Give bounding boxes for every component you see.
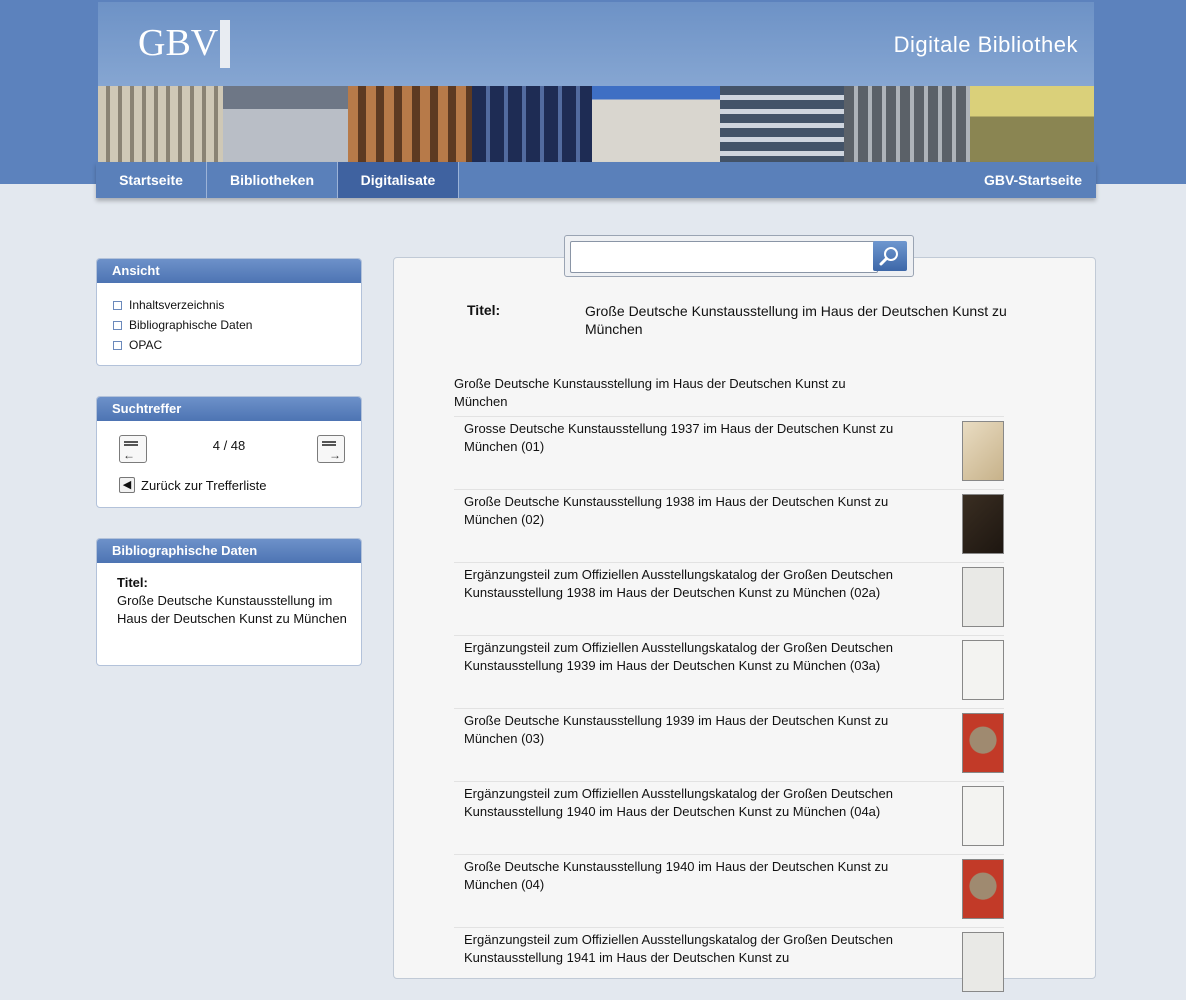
nav-gbv-startseite[interactable]: GBV-Startseite bbox=[984, 162, 1096, 198]
volume-thumbnail[interactable] bbox=[962, 494, 1004, 554]
search-icon bbox=[879, 247, 898, 266]
search-input[interactable] bbox=[570, 241, 878, 273]
logo-bar bbox=[220, 20, 231, 68]
list-item[interactable]: Ergänzungsteil zum Offiziellen Ausstellu… bbox=[454, 927, 1004, 1000]
arrow-left-icon: ◀ bbox=[119, 477, 135, 493]
bibliographic-data-title: Bibliographische Daten bbox=[97, 539, 361, 563]
volume-title[interactable]: Ergänzungsteil zum Offiziellen Ausstellu… bbox=[464, 785, 914, 821]
volume-thumbnail[interactable] bbox=[962, 640, 1004, 700]
title-value: Große Deutsche Kunstausstellung im Haus … bbox=[585, 303, 1007, 337]
volume-title[interactable]: Ergänzungsteil zum Offiziellen Ausstellu… bbox=[464, 566, 914, 602]
parent-work-title[interactable]: Große Deutsche Kunstausstellung im Haus … bbox=[454, 375, 894, 411]
bullet-square-icon bbox=[113, 300, 122, 310]
library-photo bbox=[592, 86, 720, 162]
list-item[interactable]: Ergänzungsteil zum Offiziellen Ausstellu… bbox=[454, 562, 1004, 635]
back-to-results-label: Zurück zur Trefferliste bbox=[141, 477, 267, 493]
library-photo bbox=[844, 86, 970, 162]
site-header: GBV Digitale Bibliothek bbox=[98, 2, 1094, 86]
list-item[interactable]: Ergänzungsteil zum Offiziellen Ausstellu… bbox=[454, 635, 1004, 708]
suchtreffer-title: Suchtreffer bbox=[97, 397, 361, 421]
nav-bibliotheken[interactable]: Bibliotheken bbox=[207, 162, 338, 198]
nav-startseite[interactable]: Startseite bbox=[96, 162, 207, 198]
volume-title[interactable]: Ergänzungsteil zum Offiziellen Ausstellu… bbox=[464, 931, 914, 967]
search-button[interactable] bbox=[873, 241, 907, 271]
volume-title[interactable]: Grosse Deutsche Kunstausstellung 1937 im… bbox=[464, 420, 914, 456]
gbv-logo[interactable]: GBV bbox=[138, 20, 231, 68]
title-label: Titel: bbox=[467, 302, 501, 318]
volume-thumbnail[interactable] bbox=[962, 859, 1004, 919]
library-photo bbox=[970, 86, 1094, 162]
volume-title[interactable]: Große Deutsche Kunstausstellung 1940 im … bbox=[464, 858, 914, 894]
list-item[interactable]: Große Deutsche Kunstausstellung 1939 im … bbox=[454, 708, 1004, 781]
volume-thumbnail[interactable] bbox=[962, 786, 1004, 846]
hit-navigation: ← 4 / 48 → bbox=[97, 421, 361, 469]
bib-title-value: Große Deutsche Kunstausstellung im Haus … bbox=[117, 593, 347, 626]
library-photo bbox=[348, 86, 472, 162]
volume-list: Grosse Deutsche Kunstausstellung 1937 im… bbox=[454, 416, 1004, 1000]
arrow-right-icon: → bbox=[329, 448, 341, 462]
ansicht-item-label: Inhaltsverzeichnis bbox=[129, 298, 225, 312]
volume-thumbnail[interactable] bbox=[962, 421, 1004, 481]
library-photo bbox=[720, 86, 844, 162]
bullet-square-icon bbox=[113, 340, 122, 350]
back-to-results-link[interactable]: ◀ Zurück zur Trefferliste bbox=[119, 477, 361, 493]
volume-thumbnail[interactable] bbox=[962, 713, 1004, 773]
list-item[interactable]: Ergänzungsteil zum Offiziellen Ausstellu… bbox=[454, 781, 1004, 854]
suchtreffer-panel: Suchtreffer ← 4 / 48 → ◀ Zurück zur Tref… bbox=[96, 396, 362, 508]
next-hit-button[interactable]: → bbox=[317, 435, 345, 463]
bib-title-label: Titel: bbox=[117, 575, 148, 590]
library-photo bbox=[472, 86, 592, 162]
volume-thumbnail[interactable] bbox=[962, 567, 1004, 627]
ansicht-panel: Ansicht Inhaltsverzeichnis Bibliographis… bbox=[96, 258, 362, 366]
ansicht-title: Ansicht bbox=[97, 259, 361, 283]
ansicht-item-label: Bibliographische Daten bbox=[129, 318, 253, 332]
list-lines-icon bbox=[322, 441, 336, 443]
ansicht-item-label: OPAC bbox=[129, 338, 163, 352]
main-content: Titel: Große Deutsche Kunstausstellung i… bbox=[393, 257, 1096, 992]
search-bar bbox=[564, 235, 914, 277]
list-item[interactable]: Große Deutsche Kunstausstellung 1940 im … bbox=[454, 854, 1004, 927]
ansicht-list: Inhaltsverzeichnis Bibliographische Date… bbox=[97, 283, 361, 355]
list-item[interactable]: Große Deutsche Kunstausstellung 1938 im … bbox=[454, 489, 1004, 562]
site-title: Digitale Bibliothek bbox=[893, 32, 1078, 57]
logo-text: GBV bbox=[138, 22, 219, 64]
main-nav: Startseite Bibliotheken Digitalisate GBV… bbox=[96, 162, 1096, 198]
volume-thumbnail[interactable] bbox=[962, 932, 1004, 992]
volume-title[interactable]: Ergänzungsteil zum Offiziellen Ausstellu… bbox=[464, 639, 914, 675]
list-item[interactable]: Grosse Deutsche Kunstausstellung 1937 im… bbox=[454, 416, 1004, 489]
volume-title[interactable]: Große Deutsche Kunstausstellung 1939 im … bbox=[464, 712, 914, 748]
ansicht-item-bibliographische-daten[interactable]: Bibliographische Daten bbox=[113, 315, 361, 335]
ansicht-item-inhaltsverzeichnis[interactable]: Inhaltsverzeichnis bbox=[113, 295, 361, 315]
bibliographic-data-panel: Bibliographische Daten Titel: Große Deut… bbox=[96, 538, 362, 666]
header-photo-strip bbox=[98, 86, 1094, 162]
ansicht-item-opac[interactable]: OPAC bbox=[113, 335, 361, 355]
volume-title[interactable]: Große Deutsche Kunstausstellung 1938 im … bbox=[464, 493, 914, 529]
nav-digitalisate[interactable]: Digitalisate bbox=[338, 162, 459, 198]
bullet-square-icon bbox=[113, 320, 122, 330]
library-photo bbox=[223, 86, 348, 162]
library-photo bbox=[98, 86, 223, 162]
